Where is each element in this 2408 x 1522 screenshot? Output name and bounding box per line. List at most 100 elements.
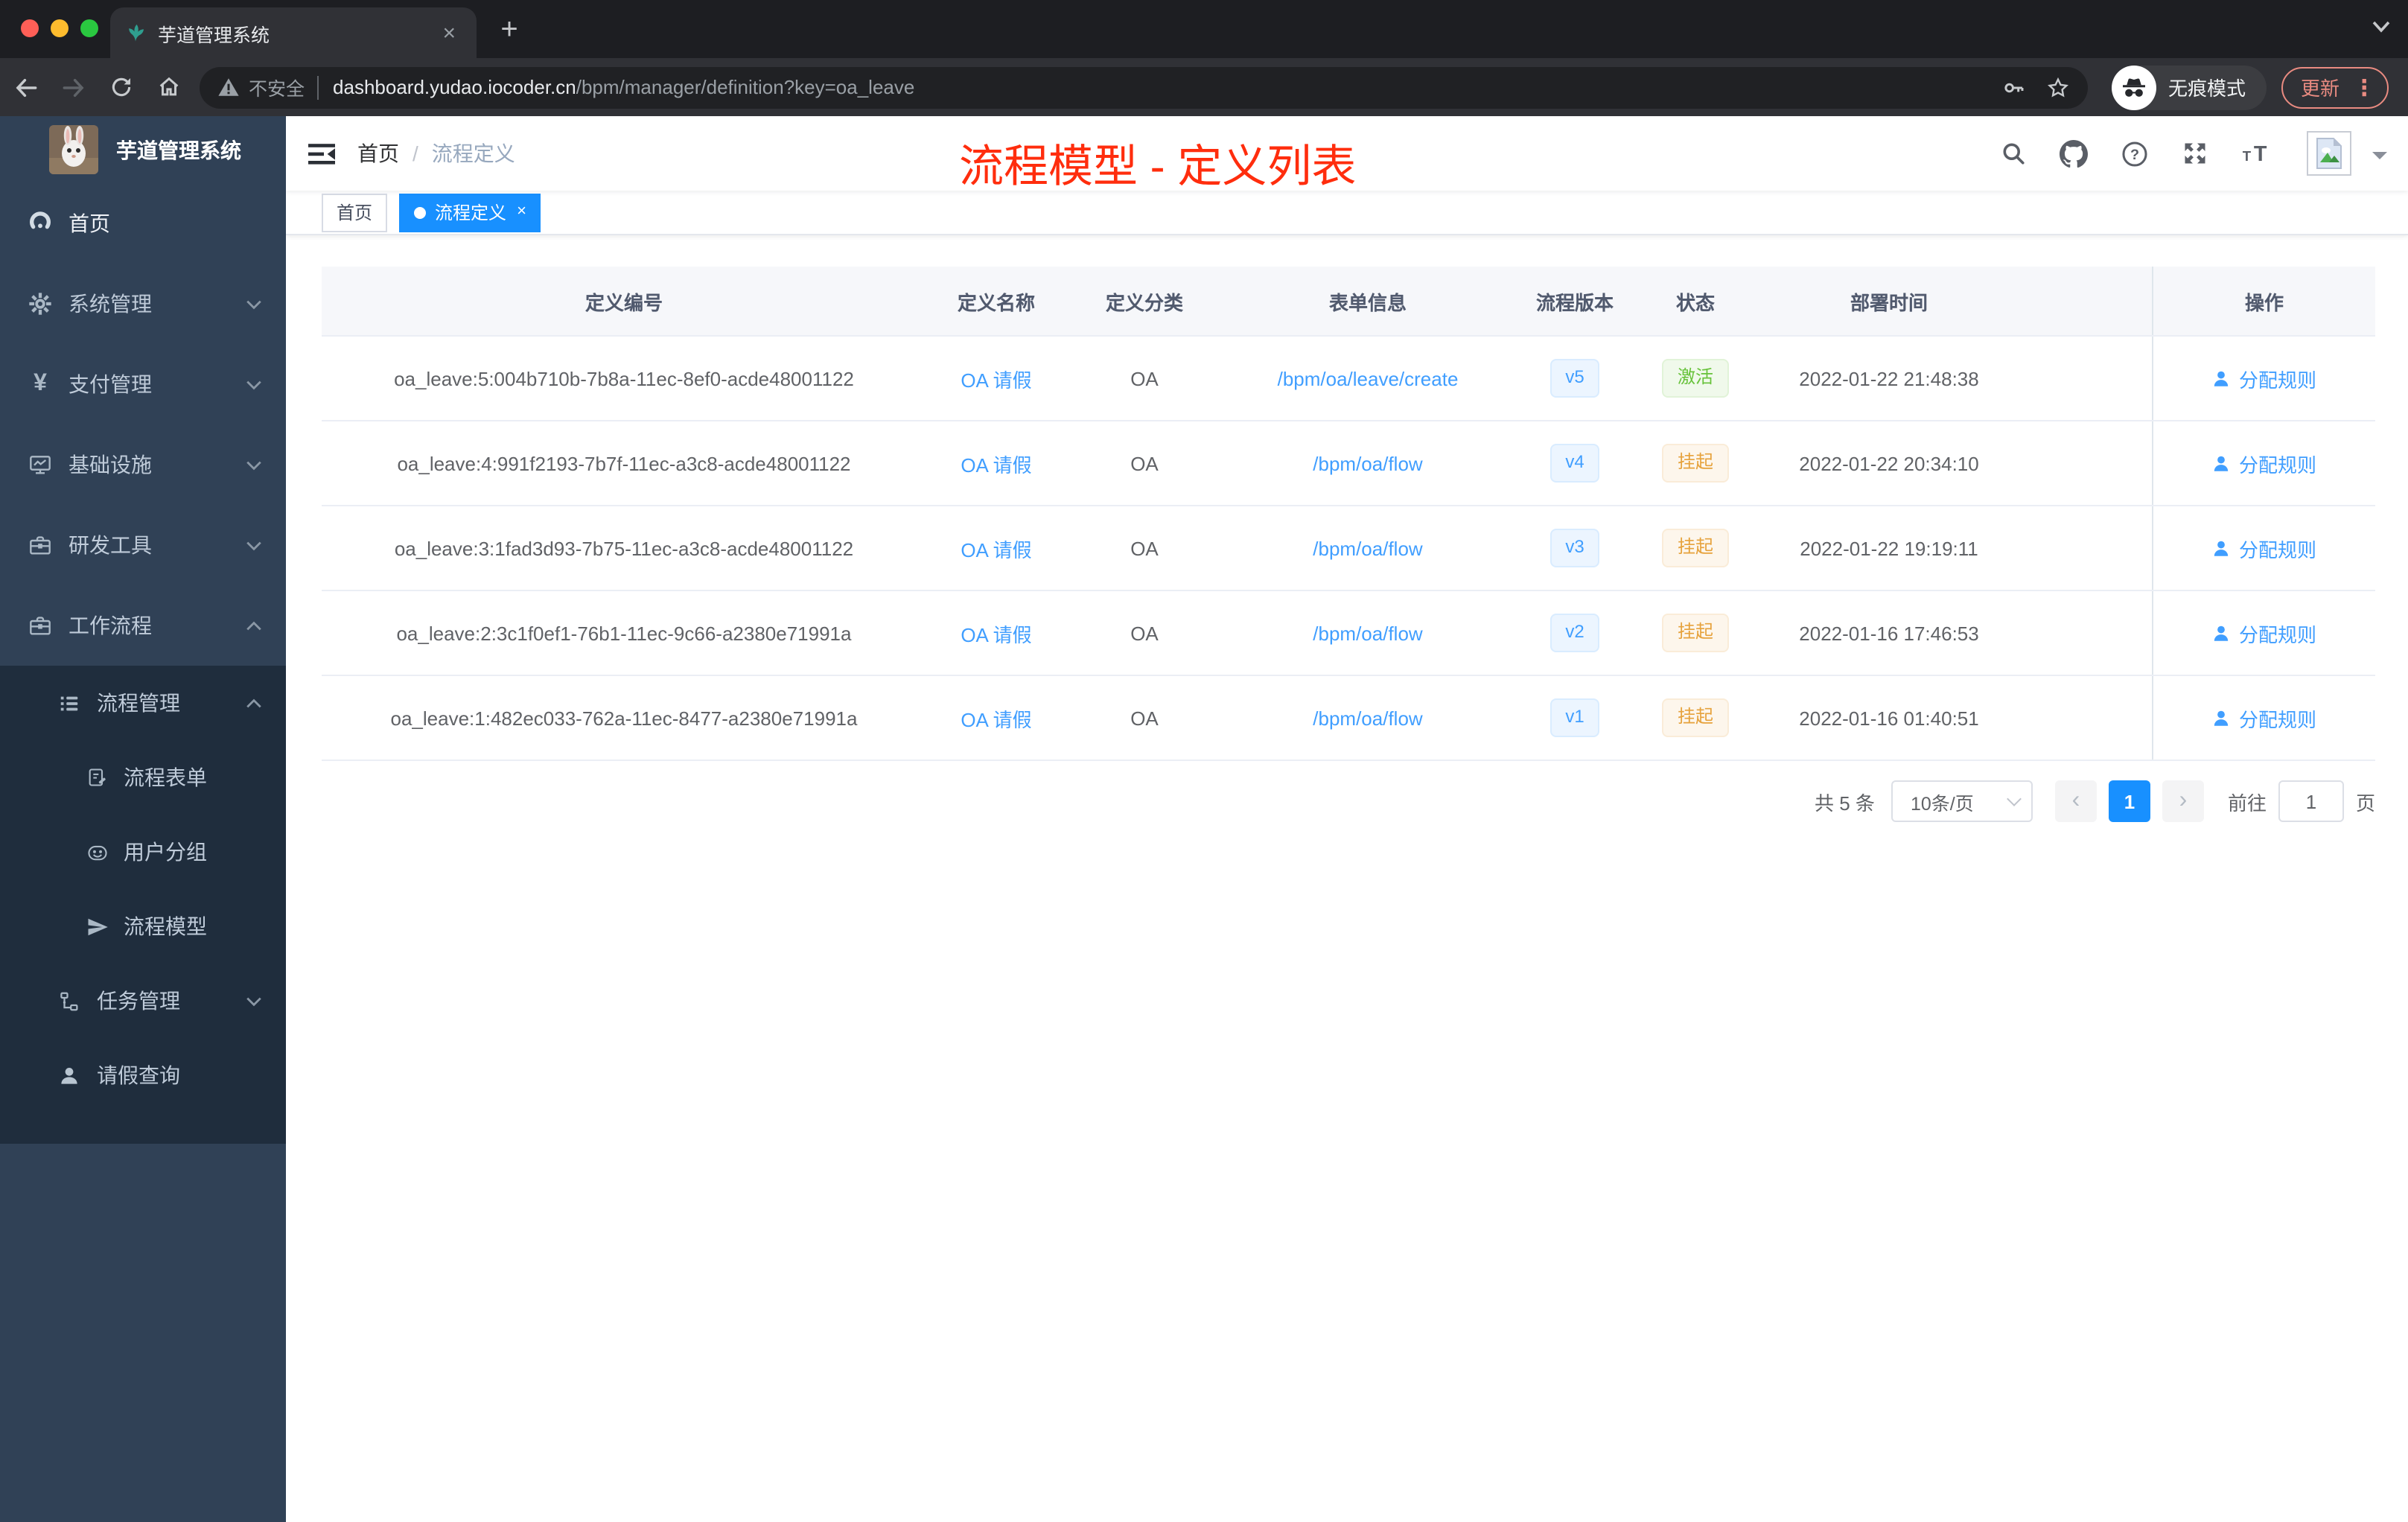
definition-name-link[interactable]: OA 请假 xyxy=(961,538,1031,561)
new-tab-button[interactable]: + xyxy=(488,10,530,52)
sidebar-item-process-management[interactable]: 流程管理 xyxy=(0,666,286,740)
definition-name-link[interactable]: OA 请假 xyxy=(961,453,1031,476)
definition-name-link[interactable]: OA 请假 xyxy=(961,369,1031,391)
monitor-icon xyxy=(27,453,54,477)
user-icon xyxy=(57,1064,82,1086)
app-title: 芋道管理系统 xyxy=(116,138,241,162)
sidebar-item-process-form[interactable]: 流程表单 xyxy=(0,740,286,815)
reload-button[interactable] xyxy=(98,65,143,109)
table-row: oa_leave:4:991f2193-7b7f-11ec-a3c8-acde4… xyxy=(322,421,2375,506)
assign-rule-button[interactable]: 分配规则 xyxy=(2212,619,2316,647)
page-number-button[interactable]: 1 xyxy=(2108,780,2150,822)
assign-rule-button[interactable]: 分配规则 xyxy=(2212,704,2316,732)
sidebar-item-leave-query[interactable]: 请假查询 xyxy=(0,1038,286,1112)
status-badge: 挂起 xyxy=(1662,698,1728,737)
chevron-down-icon xyxy=(246,540,262,550)
goto-page: 前往 页 xyxy=(2228,780,2375,822)
column-header: 定义分类 xyxy=(1105,291,1183,313)
tag-home[interactable]: 首页 xyxy=(322,193,388,232)
github-icon[interactable] xyxy=(2060,139,2088,168)
sidebar-item-system[interactable]: 系统管理 xyxy=(0,264,286,344)
navbar-actions: ? TT xyxy=(2000,131,2408,176)
top-navbar: 首页 / 流程定义 流程模型 - 定义列表 ? T T xyxy=(286,116,2408,192)
incognito-label: 无痕模式 xyxy=(2168,77,2246,100)
svg-text:T: T xyxy=(2243,148,2252,164)
font-size-icon[interactable]: TT xyxy=(2241,140,2274,167)
form-link[interactable]: /bpm/oa/leave/create xyxy=(1278,367,1459,389)
definition-name-link[interactable]: OA 请假 xyxy=(961,708,1031,730)
definition-name-link[interactable]: OA 请假 xyxy=(961,623,1031,646)
version-badge: v4 xyxy=(1550,444,1599,483)
pagination: 共 5 条 10条/页 ‹ 1 › 前往 页 xyxy=(322,780,2375,822)
sidebar-item-infrastructure[interactable]: 基础设施 xyxy=(0,424,286,505)
chevron-down-icon xyxy=(246,379,262,389)
browser-tab[interactable]: 芋道管理系统 × xyxy=(110,7,477,58)
form-icon xyxy=(85,767,109,788)
tab-search-icon[interactable] xyxy=(2372,21,2390,33)
definition-category: OA xyxy=(1130,367,1159,389)
goto-label: 前往 xyxy=(2227,792,2267,814)
sidebar-item-label: 工作流程 xyxy=(69,614,152,637)
address-bar[interactable]: 不安全 dashboard.yudao.iocoder.cn/bpm/manag… xyxy=(200,66,2088,108)
sidebar-fold-icon[interactable] xyxy=(286,116,357,191)
incognito-badge: 无痕模式 xyxy=(2112,65,2267,109)
column-header: 部署时间 xyxy=(1850,291,1928,313)
app-logo[interactable]: 芋道管理系统 xyxy=(0,116,286,183)
form-link[interactable]: /bpm/oa/flow xyxy=(1313,707,1422,729)
form-link[interactable]: /bpm/oa/flow xyxy=(1313,622,1422,644)
definition-id: oa_leave:2:3c1f0ef1-76b1-11ec-9c66-a2380… xyxy=(396,622,852,644)
bookmark-star-icon[interactable] xyxy=(2046,75,2070,99)
version-badge: v1 xyxy=(1550,698,1599,737)
form-link[interactable]: /bpm/oa/flow xyxy=(1313,537,1422,559)
window-maximize-button[interactable] xyxy=(80,19,98,37)
tag-close-icon[interactable]: × xyxy=(517,203,526,220)
svg-text:T: T xyxy=(2254,142,2267,166)
version-badge: v2 xyxy=(1550,614,1599,652)
tab-close-icon[interactable]: × xyxy=(436,20,462,45)
assign-rule-button[interactable]: 分配规则 xyxy=(2212,364,2316,392)
fullscreen-icon[interactable] xyxy=(2182,140,2208,167)
tag-label: 首页 xyxy=(337,203,373,223)
search-icon[interactable] xyxy=(2000,140,2027,167)
action-label: 分配规则 xyxy=(2238,538,2316,561)
password-key-icon[interactable] xyxy=(2001,75,2025,99)
sidebar-item-user-group[interactable]: 用户分组 xyxy=(0,815,286,889)
form-link[interactable]: /bpm/oa/flow xyxy=(1313,452,1422,474)
browser-menu-icon[interactable]: ⋮ xyxy=(2353,74,2375,101)
breadcrumb-home[interactable]: 首页 xyxy=(357,138,399,168)
goto-page-input[interactable] xyxy=(2278,780,2344,822)
home-button[interactable] xyxy=(146,65,191,109)
tag-process-definition[interactable]: 流程定义 × xyxy=(399,193,541,232)
sidebar-item-process-model[interactable]: 流程模型 xyxy=(0,889,286,964)
help-icon[interactable]: ? xyxy=(2121,139,2149,168)
url-host: dashboard.yudao.iocoder.cn xyxy=(333,76,576,98)
sidebar-item-workflow[interactable]: 工作流程 xyxy=(0,585,286,666)
column-header: 操作 xyxy=(2152,267,2375,335)
chevron-up-icon xyxy=(246,698,262,708)
back-button[interactable] xyxy=(3,65,48,109)
browser-update-button[interactable]: 更新 ⋮ xyxy=(2281,66,2389,108)
update-label[interactable]: 更新 xyxy=(2301,73,2339,101)
assign-rule-button[interactable]: 分配规则 xyxy=(2212,449,2316,477)
definition-category: OA xyxy=(1130,707,1159,729)
breadcrumb: 首页 / 流程定义 xyxy=(357,138,515,168)
sidebar-item-task-management[interactable]: 任务管理 xyxy=(0,964,286,1038)
sidebar-item-label: 研发工具 xyxy=(69,533,152,557)
forward-button[interactable] xyxy=(51,65,95,109)
chevron-down-icon[interactable] xyxy=(2372,152,2387,167)
security-label[interactable]: 不安全 xyxy=(249,73,305,101)
sidebar-item-home[interactable]: 首页 xyxy=(0,183,286,264)
sidebar-item-dev-tools[interactable]: 研发工具 xyxy=(0,505,286,585)
window-close-button[interactable] xyxy=(21,19,39,37)
tags-view-bar: 首页 流程定义 × xyxy=(286,191,2408,235)
window-minimize-button[interactable] xyxy=(51,19,69,37)
sidebar-item-payment[interactable]: ¥ 支付管理 xyxy=(0,344,286,424)
assign-rule-button[interactable]: 分配规则 xyxy=(2212,534,2316,562)
deploy-time: 2022-01-22 19:19:11 xyxy=(1800,537,1978,559)
user-avatar[interactable] xyxy=(2307,131,2351,176)
sidebar: 芋道管理系统 首页 系统管理 ¥ 支付管理 基础设施 研发工具 工作流程 流程管… xyxy=(0,116,286,1522)
table-row: oa_leave:2:3c1f0ef1-76b1-11ec-9c66-a2380… xyxy=(322,591,2375,676)
next-page-button[interactable]: › xyxy=(2162,780,2204,822)
prev-page-button[interactable]: ‹ xyxy=(2054,780,2097,822)
page-size-select[interactable]: 10条/页 xyxy=(1891,780,2033,822)
